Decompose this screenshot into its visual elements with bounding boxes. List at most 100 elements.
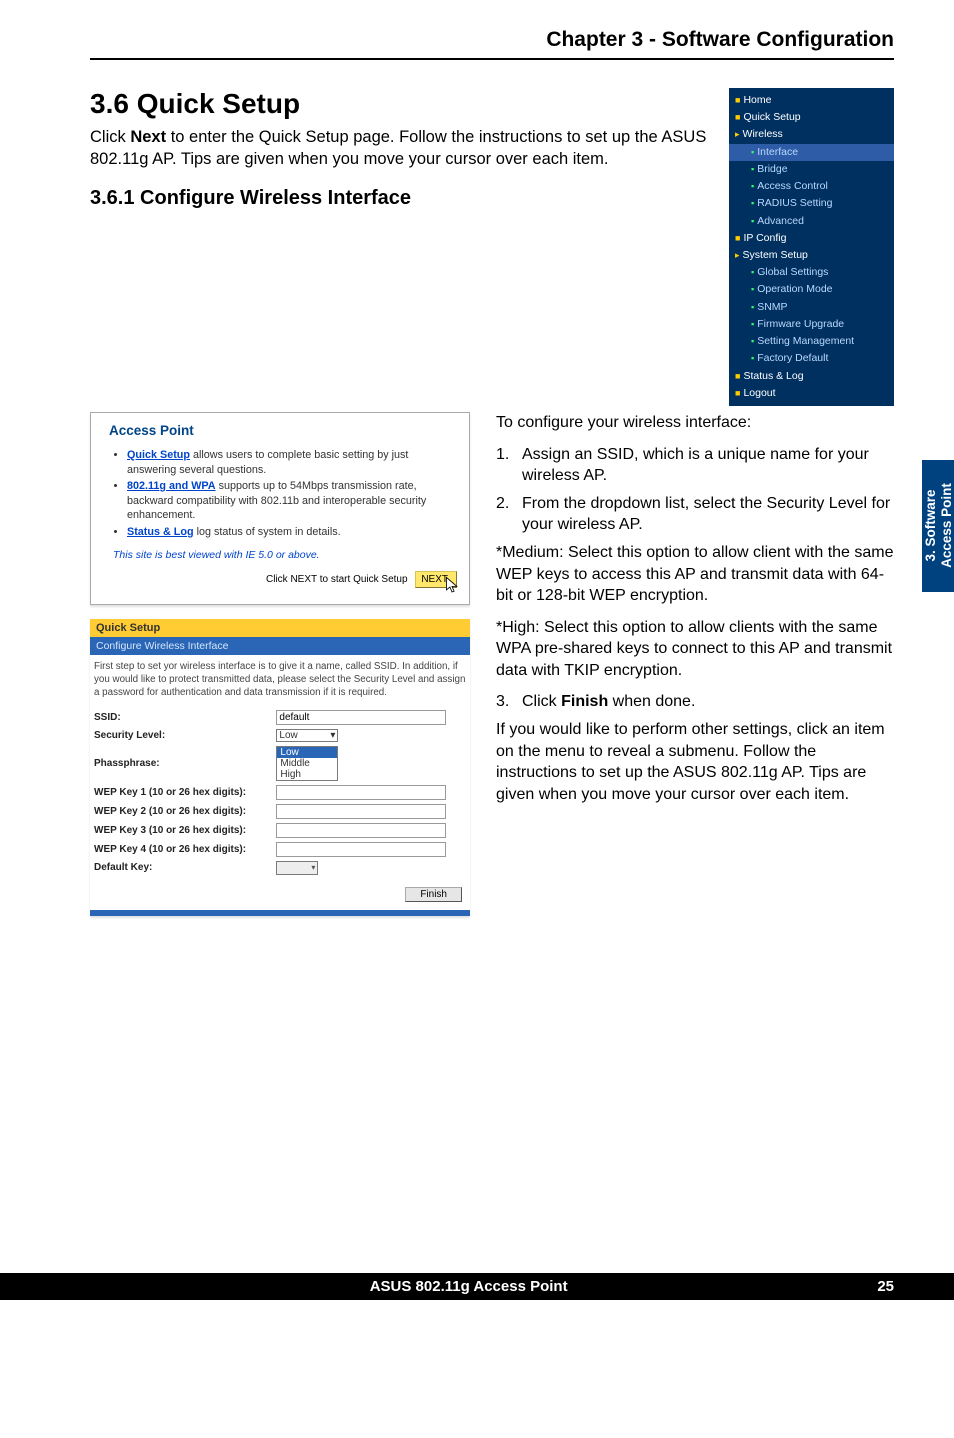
t3-pre: Click [522,693,561,710]
nav-home-label: Home [743,94,771,106]
wep1-label: WEP Key 1 (10 or 26 hex digits): [90,783,272,802]
num-3: 3. [496,691,522,713]
table-row: WEP Key 2 (10 or 26 hex digits): [90,802,470,821]
nav-ip-config-label: IP Config [743,232,786,244]
ap-link-80211g[interactable]: 802.11g and WPA [127,480,216,492]
nav-setting-management[interactable]: ▪Setting Management [729,333,894,350]
nav-ip-config[interactable]: ■IP Config [729,230,894,247]
nav-snmp[interactable]: ▪SNMP [729,299,894,316]
ssid-label: SSID: [90,708,272,727]
nav-status-log-label: Status & Log [743,370,803,382]
section-intro: Click Next to enter the Quick Setup page… [90,126,713,171]
nav-radius-label: RADIUS Setting [757,197,832,209]
nav-system-setup[interactable]: ▸System Setup [729,247,894,264]
wep2-input[interactable] [276,804,446,819]
qs-bar-subtitle: Configure Wireless Interface [90,637,470,655]
next-button-label: NEXT [421,574,448,585]
text-3: Click Finish when done. [522,691,894,713]
default-key-select[interactable]: ▾ [276,861,318,875]
intro-post: to enter the Quick Setup page. Follow th… [90,128,706,168]
instr-last: If you would like to perform other setti… [496,719,894,805]
opt-high[interactable]: High [277,769,337,780]
security-level-label: Security Level: [90,727,272,744]
table-row: WEP Key 1 (10 or 26 hex digits): [90,783,470,802]
ap-bullet-2: 802.11g and WPA supports up to 54Mbps tr… [127,479,457,523]
ssid-input[interactable] [276,710,446,725]
default-key-label: Default Key: [90,859,272,877]
wep3-label: WEP Key 3 (10 or 26 hex digits): [90,821,272,840]
chevron-down-icon: ▾ [330,730,335,741]
nav-interface[interactable]: ▪Interface [729,144,894,161]
nav-advanced[interactable]: ▪Advanced [729,213,894,230]
finish-button[interactable]: Finish [405,887,462,902]
wep2-label: WEP Key 2 (10 or 26 hex digits): [90,802,272,821]
nav-bridge[interactable]: ▪Bridge [729,161,894,178]
intro-pre: Click [90,128,130,146]
nav-access-control[interactable]: ▪Access Control [729,178,894,195]
ap-link-quick-setup[interactable]: Quick Setup [127,449,190,461]
side-tab: 3. Software Access Point [922,460,954,592]
footer-title: ASUS 802.11g Access Point [60,1278,877,1295]
security-level-dropdown-open[interactable]: Low Middle High [276,746,338,781]
text-1: Assign an SSID, which is a unique name f… [522,444,894,487]
wep4-input[interactable] [276,842,446,857]
nav-home[interactable]: ■Home [729,92,894,109]
wep3-input[interactable] [276,823,446,838]
instr-lead: To configure your wireless interface: [496,412,894,434]
table-row: WEP Key 4 (10 or 26 hex digits): [90,840,470,859]
nav-status-log[interactable]: ■Status & Log [729,368,894,385]
nav-menu: ■Home ■Quick Setup ▸Wireless ▪Interface … [729,88,894,406]
nav-wireless-label: Wireless [743,128,783,140]
access-point-panel: Access Point Quick Setup allows users to… [90,412,470,605]
qs-bottom-bar [90,910,470,916]
opt-middle[interactable]: Middle [277,758,337,769]
nav-global-settings[interactable]: ▪Global Settings [729,264,894,281]
ap-b3-rest: log status of system in details. [194,526,341,538]
nav-factory-default[interactable]: ▪Factory Default [729,350,894,367]
nav-advanced-label: Advanced [757,215,804,227]
nav-global-settings-label: Global Settings [757,266,828,278]
subsection-title: 3.6.1 Configure Wireless Interface [90,187,713,210]
wep1-input[interactable] [276,785,446,800]
instr-step-1: 1. Assign an SSID, which is a unique nam… [496,444,894,487]
table-row: Phassphrase: Low Middle High [90,744,470,783]
ap-ie-note: This site is best viewed with IE 5.0 or … [113,549,457,561]
footer-page: 25 [877,1278,894,1295]
instructions: To configure your wireless interface: 1.… [496,412,894,916]
nav-quick-setup[interactable]: ■Quick Setup [729,109,894,126]
ap-next-label: Click NEXT to start Quick Setup [266,574,408,585]
nav-logout[interactable]: ■Logout [729,385,894,402]
nav-radius[interactable]: ▪RADIUS Setting [729,195,894,212]
nav-operation-mode-label: Operation Mode [757,283,832,295]
chevron-down-icon: ▾ [311,863,315,872]
table-row: WEP Key 3 (10 or 26 hex digits): [90,821,470,840]
security-level-select[interactable]: Low ▾ [276,729,338,742]
wep4-label: WEP Key 4 (10 or 26 hex digits): [90,840,272,859]
nav-snmp-label: SNMP [757,301,787,313]
nav-interface-label: Interface [757,146,798,158]
ap-link-status-log[interactable]: Status & Log [127,526,194,538]
ap-title: Access Point [109,423,457,438]
side-tab-l2: Access Point [938,484,953,569]
text-2: From the dropdown list, select the Secur… [522,493,894,536]
table-row: SSID: [90,708,470,727]
qs-bar-title: Quick Setup [90,619,470,637]
nav-logout-label: Logout [743,387,775,399]
opt-low[interactable]: Low [277,747,337,758]
t3-post: when done. [608,693,695,710]
nav-access-control-label: Access Control [757,180,828,192]
security-level-value: Low [279,730,297,741]
nav-quick-setup-label: Quick Setup [743,111,800,123]
nav-factory-default-label: Factory Default [757,352,828,364]
num-1: 1. [496,444,522,487]
intro-bold: Next [130,128,166,146]
nav-operation-mode[interactable]: ▪Operation Mode [729,281,894,298]
nav-system-setup-label: System Setup [743,249,808,261]
qs-description: First step to set yor wireless interface… [90,655,470,707]
footer: ASUS 802.11g Access Point 25 [0,1273,954,1300]
nav-wireless[interactable]: ▸Wireless [729,126,894,143]
chapter-header: Chapter 3 - Software Configuration [90,28,894,60]
nav-firmware-upgrade[interactable]: ▪Firmware Upgrade [729,316,894,333]
next-button[interactable]: NEXT [415,571,457,588]
section-title: 3.6 Quick Setup [90,88,713,120]
